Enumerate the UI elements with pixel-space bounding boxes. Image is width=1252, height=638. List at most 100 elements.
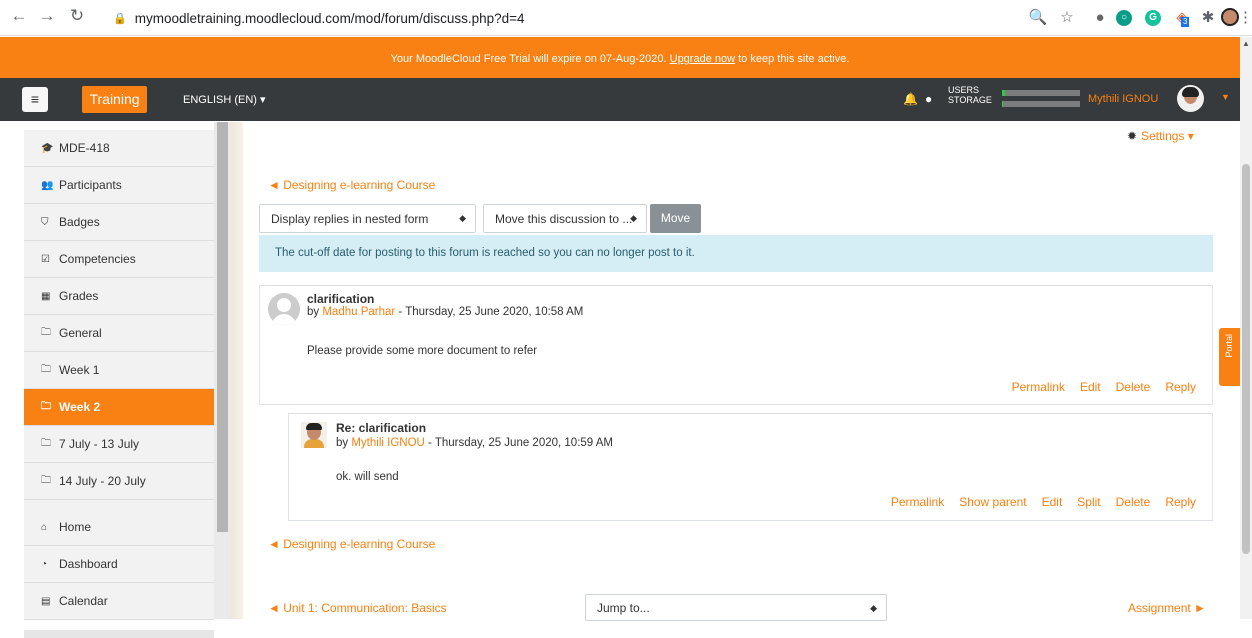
sidebar-item-home[interactable]: ⌂ Home [24, 509, 214, 546]
extension-apple-icon[interactable]: ● [1090, 8, 1110, 28]
back-arrow-icon[interactable]: ← [8, 6, 30, 26]
edit-link[interactable]: Edit [1042, 495, 1063, 509]
sidebar-item-label: Grades [59, 289, 99, 303]
user-name[interactable]: Mythili IGNOU [1088, 93, 1158, 105]
split-link[interactable]: Split [1077, 495, 1100, 509]
grammarly-icon[interactable]: G [1145, 10, 1161, 26]
permalink-link[interactable]: Permalink [1012, 380, 1065, 394]
folder-icon: 🗀 [41, 326, 51, 338]
chevron-down-icon[interactable]: ▼ [1221, 92, 1230, 102]
home-icon: ⌂ [41, 521, 48, 533]
settings-menu[interactable]: ✹ Settings ▾ [1127, 129, 1194, 143]
display-mode-select[interactable]: Display replies in nested form ◆ [259, 204, 476, 233]
course-navigation-drawer: 🎓 MDE-418 👥 Participants ⛉ Badges ☑ Competencie… [24, 130, 214, 638]
post-title: clarification [307, 292, 375, 306]
top-navbar: ≡ Training ENGLISH (EN) ▾ 🔔 ● USERS STOR… [0, 78, 1240, 121]
post-message: Please provide some more document to ref… [307, 345, 538, 357]
gear-icon: ✹ [1127, 129, 1138, 143]
previous-activity-link[interactable]: ◄ Unit 1: Communication: Basics [268, 601, 447, 615]
reply-link[interactable]: Reply [1165, 380, 1196, 394]
page-scrollbar[interactable]: ▲ [1240, 37, 1252, 619]
sidebar-item-label: Participants [59, 178, 122, 192]
bell-icon[interactable]: 🔔 [903, 92, 918, 106]
dashboard-icon: ◔ [41, 558, 48, 570]
sidebar-item-label: Week 1 [59, 363, 100, 377]
next-activity-link[interactable]: Assignment ► [1128, 601, 1206, 615]
reply-link[interactable]: Reply [1165, 495, 1196, 509]
sidebar-item-calendar[interactable]: ▤ Calendar [24, 583, 214, 620]
move-button[interactable]: Move [650, 204, 701, 233]
sidebar-item-label: General [59, 326, 102, 340]
folder-icon: 🗀 [41, 474, 51, 486]
sidebar-item-mde-418[interactable]: 🎓 MDE-418 [24, 130, 214, 167]
show-parent-link[interactable]: Show parent [959, 495, 1026, 509]
usage-bars [1002, 90, 1080, 112]
sidebar-item-grades[interactable]: ▦ Grades [24, 278, 214, 315]
table-icon: ▦ [41, 290, 51, 302]
profile-avatar-icon[interactable] [1220, 8, 1240, 28]
url-text: mymoodletraining.moodlecloud.com/mod/for… [134, 10, 525, 26]
folder-icon: 🗀 [41, 437, 51, 449]
delete-link[interactable]: Delete [1116, 380, 1151, 394]
hamburger-menu-icon[interactable]: ≡ [22, 87, 48, 112]
address-bar[interactable]: 🔒 mymoodletraining.moodlecloud.com/mod/f… [113, 4, 1113, 32]
sidebar-item-week-2[interactable]: 🗀 Week 2 [24, 389, 214, 426]
user-avatar[interactable] [1177, 85, 1204, 112]
folder-icon: 🗀 [41, 400, 51, 412]
avatar[interactable] [268, 293, 300, 325]
star-icon[interactable]: ☆ [1057, 8, 1077, 28]
sidebar-item-label: Dashboard [59, 557, 118, 571]
extension-badge-icon[interactable]: ◈3 [1172, 8, 1192, 28]
forum-post: clarification by Madhu Parhar - Thursday… [259, 285, 1213, 405]
sidebar-scrollbar[interactable] [214, 122, 231, 619]
upgrade-link[interactable]: Upgrade now [670, 53, 735, 65]
sidebar-item-label: Badges [59, 215, 100, 229]
post-commands: Permalink Edit Delete Reply [1012, 380, 1196, 394]
sidebar-item-participants[interactable]: 👥 Participants [24, 167, 214, 204]
language-menu[interactable]: ENGLISH (EN) ▾ [183, 93, 266, 106]
zoom-icon[interactable]: 🔍 [1028, 8, 1048, 28]
lock-icon: 🔒 [113, 12, 127, 25]
sidebar-item-label: Home [59, 520, 92, 534]
course-back-link-bottom[interactable]: ◄ Designing e-learning Course [268, 537, 435, 551]
forum-reply: Re: clarification by Mythili IGNOU - Thu… [288, 413, 1213, 521]
post-byline: by Mythili IGNOU - Thursday, 25 June 202… [336, 437, 613, 449]
sidebar-item-dashboard[interactable]: ◔ Dashboard [24, 546, 214, 583]
course-back-link[interactable]: ◄ Designing e-learning Course [268, 178, 435, 192]
author-link[interactable]: Mythili IGNOU [351, 437, 424, 449]
forward-arrow-icon[interactable]: → [36, 6, 58, 26]
avatar[interactable] [301, 422, 327, 448]
sidebar-item-label: Week 2 [59, 400, 101, 414]
sidebar-item-label: Competencies [59, 252, 136, 266]
puzzle-icon[interactable]: ✱ [1198, 8, 1218, 28]
jump-to-select[interactable]: Jump to... ◆ [585, 594, 887, 621]
sidebar-item-week-1[interactable]: 🗀 Week 1 [24, 352, 214, 389]
author-link[interactable]: Madhu Parhar [322, 306, 395, 318]
chat-bubble-icon[interactable]: ● [925, 92, 932, 106]
extension-chat-icon[interactable]: ○ [1116, 10, 1132, 26]
menu-dots-icon[interactable]: ⋮ [1238, 8, 1252, 28]
calendar-icon: ▤ [41, 595, 51, 607]
edit-link[interactable]: Edit [1080, 380, 1101, 394]
reload-icon[interactable]: ↻ [66, 6, 88, 26]
sidebar-item-7-july-13-july[interactable]: 🗀 7 July - 13 July [24, 426, 214, 463]
post-commands: Permalink Show parent Edit Split Delete Reply [891, 495, 1196, 509]
checkbox-icon: ☑ [41, 253, 50, 265]
sidebar-item-badges[interactable]: ⛉ Badges [24, 204, 214, 241]
users-usage-bar [1002, 90, 1080, 96]
portal-tab[interactable]: Portal [1219, 328, 1240, 386]
cutoff-notice: The cut-off date for posting to this for… [259, 235, 1213, 272]
sidebar-item-competencies[interactable]: ☑ Competencies [24, 241, 214, 278]
permalink-link[interactable]: Permalink [891, 495, 944, 509]
sidebar-item-general[interactable]: 🗀 General [24, 315, 214, 352]
post-message: ok. will send [336, 471, 399, 483]
folder-icon: 🗀 [41, 363, 51, 375]
delete-link[interactable]: Delete [1116, 495, 1151, 509]
post-title: Re: clarification [336, 421, 427, 435]
sidebar-item-14-july-20-july[interactable]: 🗀 14 July - 20 July [24, 463, 214, 500]
trial-banner: Your MoodleCloud Free Trial will expire … [0, 37, 1240, 78]
usage-labels: USERS STORAGE [948, 85, 992, 105]
site-brand[interactable]: Training [82, 86, 147, 113]
post-byline: by Madhu Parhar - Thursday, 25 June 2020… [307, 306, 584, 318]
move-discussion-select[interactable]: Move this discussion to ... ◆ [483, 204, 647, 233]
